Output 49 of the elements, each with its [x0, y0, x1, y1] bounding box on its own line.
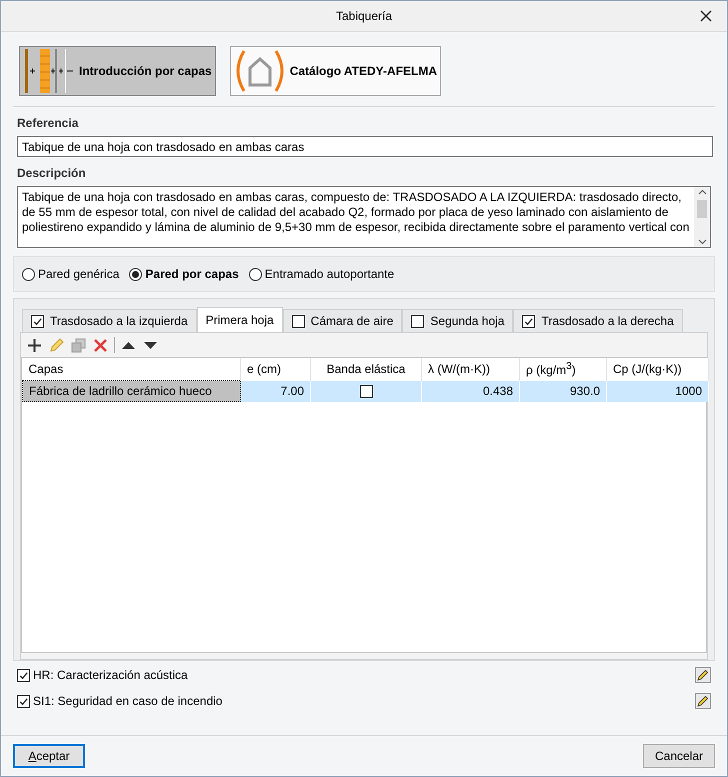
add-icon[interactable] — [26, 336, 43, 354]
tab-checkbox[interactable] — [411, 314, 424, 328]
layer-tab[interactable]: Trasdosado a la derecha — [513, 309, 683, 332]
option-label: SI1: Seguridad en caso de incendio — [33, 694, 222, 708]
scrollbar-thumb[interactable] — [697, 200, 707, 218]
edit-button[interactable] — [695, 667, 711, 683]
option-label: HR: Caracterización acústica — [33, 668, 188, 682]
layer-tab[interactable]: Trasdosado a la izquierda — [22, 309, 197, 332]
option-checkbox[interactable] — [17, 668, 30, 682]
table-checkbox[interactable] — [360, 385, 372, 398]
wall-type-radio[interactable]: Entramado autoportante — [248, 267, 394, 281]
mode-button[interactable]: Introducción por capas — [19, 46, 216, 96]
mode-button[interactable]: Catálogo ATEDY-AFELMA — [230, 46, 442, 96]
tab-checkbox[interactable] — [522, 314, 536, 328]
table-cell: 7.00 — [240, 380, 310, 402]
reference-field[interactable]: Tabique de una hoja con trasdosado en ambas caras — [17, 136, 713, 157]
field-label: Referencia — [17, 116, 80, 130]
tab-checkbox[interactable] — [31, 314, 44, 328]
wall-type-radio[interactable]: Pared por capas — [129, 267, 239, 281]
column-header[interactable]: Cp (J/(kg·K)) — [606, 358, 708, 380]
description-field[interactable]: Tabique de una hoja con trasdosado en ambas caras, compuesto de: TRASDOSADO A LA IZQUIERDA: trasdosado directo, de 55 mm de espesor total, con nivel de calidad del acabado Q2, formado por placa de yeso laminado con aislamiento de poliestireno expandido y lámina de aluminio de 9,5+30 mm de espesor, recibida directamente sobre el paramento vertical con — [17, 186, 711, 248]
column-header[interactable]: Capas — [22, 358, 240, 380]
column-header[interactable]: Banda elástica — [310, 358, 422, 380]
wall-type-radio[interactable]: Pared genérica — [22, 267, 120, 281]
column-header[interactable]: e (cm) — [240, 358, 310, 380]
column-header[interactable]: λ (W/(m·K)) — [422, 358, 520, 380]
layer-tab[interactable]: Cámara de aire — [282, 309, 402, 332]
window-title: Tabiquería — [336, 9, 392, 23]
delete-icon[interactable] — [92, 336, 109, 354]
scroll-up-icon[interactable] — [698, 189, 706, 195]
edit-button[interactable] — [695, 693, 711, 709]
table-cell: 930.0 — [520, 380, 606, 402]
house-logo-icon — [234, 49, 286, 93]
table-cell: 0.438 — [422, 380, 520, 402]
tab-checkbox[interactable] — [292, 314, 305, 328]
table-row[interactable]: Fábrica de ladrillo cerámico hueco 7.00 0.438 930.0 1000 — [22, 380, 708, 402]
close-icon[interactable] — [699, 9, 713, 23]
field-label: Descripción — [17, 166, 87, 180]
layer-tab[interactable]: Primera hoja — [196, 307, 283, 332]
table-cell: 1000 — [606, 380, 708, 402]
scroll-down-icon[interactable] — [698, 239, 706, 245]
layer-tab[interactable]: Segunda hoja — [402, 309, 514, 332]
copy-icon[interactable] — [70, 336, 87, 354]
option-checkbox[interactable] — [17, 694, 30, 708]
dialog-button[interactable]: Aceptar — [13, 744, 85, 768]
column-header[interactable]: ρ (kg/m$^{3}$) — [520, 358, 606, 380]
dialog-button[interactable]: Cancelar — [643, 744, 715, 768]
table-cell: Fábrica de ladrillo cerámico hueco — [22, 380, 240, 402]
layers-icon — [23, 49, 75, 93]
